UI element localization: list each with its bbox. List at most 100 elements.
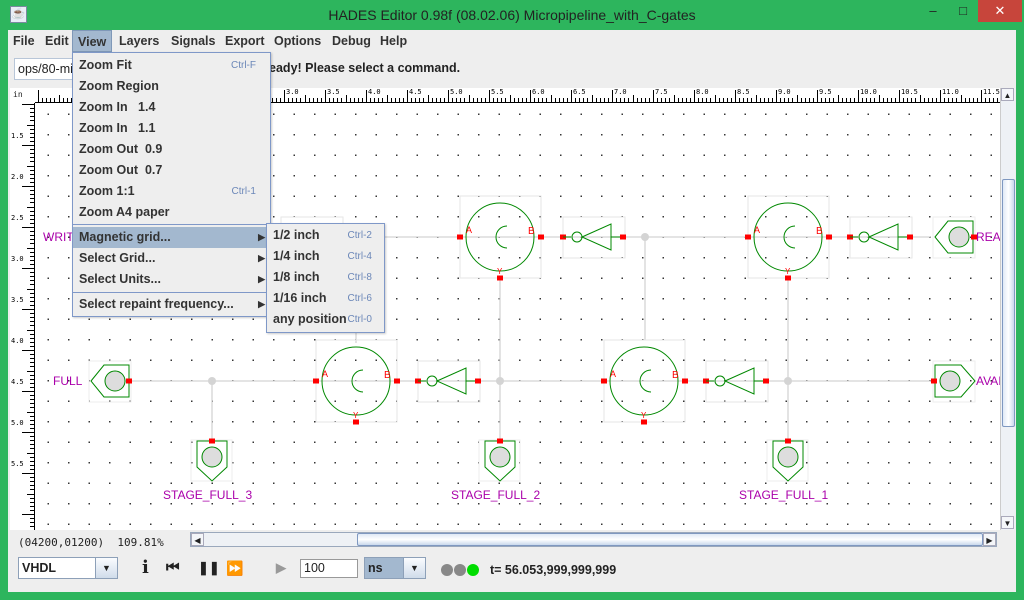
menu-item-zoom-in-1-1[interactable]: Zoom In 1.1 — [73, 118, 270, 139]
stage-full-3-pad[interactable] — [190, 438, 233, 482]
menu-layers[interactable]: Layers — [114, 30, 164, 52]
maximize-button[interactable]: □ — [948, 0, 978, 22]
ruler-tick-label: 11.0 — [942, 88, 959, 96]
pin-y-label: Y — [785, 267, 791, 276]
menu-item-label: any position — [273, 312, 347, 326]
language-value: VHDL — [22, 561, 57, 575]
menu-signals[interactable]: Signals — [166, 30, 220, 52]
pin-b-label: B — [528, 226, 535, 237]
menu-edit[interactable]: Edit — [40, 30, 74, 52]
scroll-left-button[interactable]: ◀ — [191, 533, 204, 546]
design-path-field[interactable]: ops/80-micropipeline — [14, 58, 74, 80]
scroll-up-button[interactable]: ▲ — [1001, 88, 1014, 101]
pin-a-label: A — [466, 225, 472, 235]
submenu-arrow-icon: ▶ — [258, 274, 265, 284]
vertical-scroll-thumb[interactable] — [1002, 179, 1015, 427]
chevron-down-icon: ▼ — [95, 558, 117, 578]
menu-shortcut: Ctrl-6 — [347, 293, 372, 304]
c-gate[interactable]: A B Y — [313, 339, 400, 425]
c-gate[interactable]: A B Y — [745, 195, 832, 281]
menu-item-label: Zoom Out 0.9 — [79, 142, 163, 156]
menu-help[interactable]: Help — [375, 30, 412, 52]
ruler-tick-label: 6.5 — [573, 88, 586, 96]
pin-a-label: A — [322, 369, 328, 379]
ruler-tick-label: 8.0 — [696, 88, 709, 96]
menu-item-select-grid[interactable]: Select Grid... ▶ — [73, 248, 270, 269]
stage-full-2-pad[interactable] — [478, 438, 521, 482]
language-select[interactable]: VHDL ▼ — [18, 557, 118, 579]
menu-item-select-units[interactable]: Select Units... ▶ — [73, 269, 270, 290]
grid-option-1-2-inch[interactable]: 1/2 inch Ctrl-2 — [267, 225, 384, 246]
menu-item-zoom-1-1[interactable]: Zoom 1:1 Ctrl-1 — [73, 181, 270, 202]
menu-view[interactable]: View — [72, 30, 113, 52]
menu-item-label: Zoom In 1.1 — [79, 121, 156, 135]
ruler-tick-label: 9.0 — [778, 88, 791, 96]
ruler-tick-label: 4.0 — [368, 88, 381, 96]
ruler-tick-label: 3.5 — [327, 88, 340, 96]
horizontal-scrollbar[interactable]: ◀ ▶ — [190, 532, 997, 547]
grid-option-1-4-inch[interactable]: 1/4 inch Ctrl-4 — [267, 246, 384, 267]
step-button[interactable]: ▶ — [276, 557, 286, 579]
status-led-1 — [441, 564, 453, 576]
time-unit-select[interactable]: ns ▼ — [364, 557, 426, 579]
vertical-scrollbar[interactable]: ▲ ▼ — [1000, 88, 1015, 530]
menu-shortcut: Ctrl-4 — [347, 251, 372, 262]
menu-shortcut: Ctrl-2 — [347, 230, 372, 241]
menu-shortcut: Ctrl-0 — [347, 314, 372, 325]
ruler-tick-label: 3.0 — [11, 255, 24, 263]
scroll-down-button[interactable]: ▼ — [1001, 516, 1014, 529]
c-gate[interactable]: A B Y — [457, 195, 544, 281]
zoom-value: 109.81% — [117, 536, 164, 549]
pause-button[interactable]: ❚❚ — [198, 557, 220, 579]
title-bar: ☕ HADES Editor 0.98f (08.02.06) Micropip… — [0, 0, 1024, 30]
minimize-button[interactable]: – — [918, 0, 948, 22]
label-full: FULL — [53, 374, 83, 388]
menu-item-label: 1/2 inch — [273, 228, 320, 242]
menu-item-zoom-out-0-7[interactable]: Zoom Out 0.7 — [73, 160, 270, 181]
submenu-arrow-icon: ▶ — [258, 253, 265, 263]
menu-item-zoom-region[interactable]: Zoom Region — [73, 76, 270, 97]
rewind-button[interactable]: ⏮ — [166, 557, 180, 579]
c-gate[interactable]: A B Y — [601, 339, 688, 425]
label-avail: AVAIL — [976, 374, 1000, 388]
status-led-3 — [467, 564, 479, 576]
ruler-tick-label: 5.0 — [450, 88, 463, 96]
ruler-tick-label: 7.5 — [655, 88, 668, 96]
ruler-tick-label: 2.5 — [11, 214, 24, 222]
menu-item-zoom-a4-paper[interactable]: Zoom A4 paper — [73, 202, 270, 223]
menu-options[interactable]: Options — [269, 30, 326, 52]
ruler-tick-label: 10.5 — [901, 88, 918, 96]
menu-item-zoom-fit[interactable]: Zoom Fit Ctrl-F — [73, 55, 270, 76]
menu-file[interactable]: File — [8, 30, 40, 52]
grid-option-any-position[interactable]: any position Ctrl-0 — [267, 309, 384, 330]
menu-debug[interactable]: Debug — [327, 30, 376, 52]
pin-a-label: A — [754, 225, 760, 235]
menu-item-label: Zoom 1:1 — [79, 184, 135, 198]
ruler-tick-label: 5.0 — [11, 419, 24, 427]
window-title: HADES Editor 0.98f (08.02.06) Micropipel… — [328, 7, 696, 23]
menu-item-zoom-out-0-9[interactable]: Zoom Out 0.9 — [73, 139, 270, 160]
close-button[interactable]: ✕ — [978, 0, 1022, 22]
menu-item-repaint-frequency[interactable]: Select repaint frequency... ▶ — [73, 294, 270, 315]
grid-option-1-16-inch[interactable]: 1/16 inch Ctrl-6 — [267, 288, 384, 309]
editor-frame: File Edit View Layers Signals Export Opt… — [8, 30, 1016, 592]
ruler-left: 1.01.52.02.53.03.54.04.55.05.5 — [10, 103, 35, 530]
menu-item-label: Magnetic grid... — [79, 230, 171, 244]
simulation-time: t= 56.053,999,999,999 — [490, 563, 617, 577]
avail-pad[interactable] — [931, 360, 976, 403]
info-button[interactable]: i — [142, 557, 149, 579]
grid-option-1-8-inch[interactable]: 1/8 inch Ctrl-8 — [267, 267, 384, 288]
menu-export[interactable]: Export — [220, 30, 270, 52]
fast-forward-button[interactable]: ⏩ — [226, 557, 243, 579]
step-value-input[interactable]: 100 — [300, 559, 358, 578]
menu-item-zoom-in-1-4[interactable]: Zoom In 1.4 — [73, 97, 270, 118]
status-message: Ready! Please select a command. — [260, 61, 461, 75]
stage-full-1-pad[interactable] — [766, 438, 809, 482]
read-pad[interactable] — [932, 216, 977, 259]
ruler-tick-label: 4.5 — [11, 378, 24, 386]
scroll-right-button[interactable]: ▶ — [983, 533, 996, 546]
ruler-tick-label: 10.0 — [860, 88, 877, 96]
menu-item-label: Zoom Region — [79, 79, 159, 93]
menu-item-magnetic-grid[interactable]: Magnetic grid... ▶ — [73, 227, 270, 248]
horizontal-scroll-thumb[interactable] — [357, 533, 983, 546]
